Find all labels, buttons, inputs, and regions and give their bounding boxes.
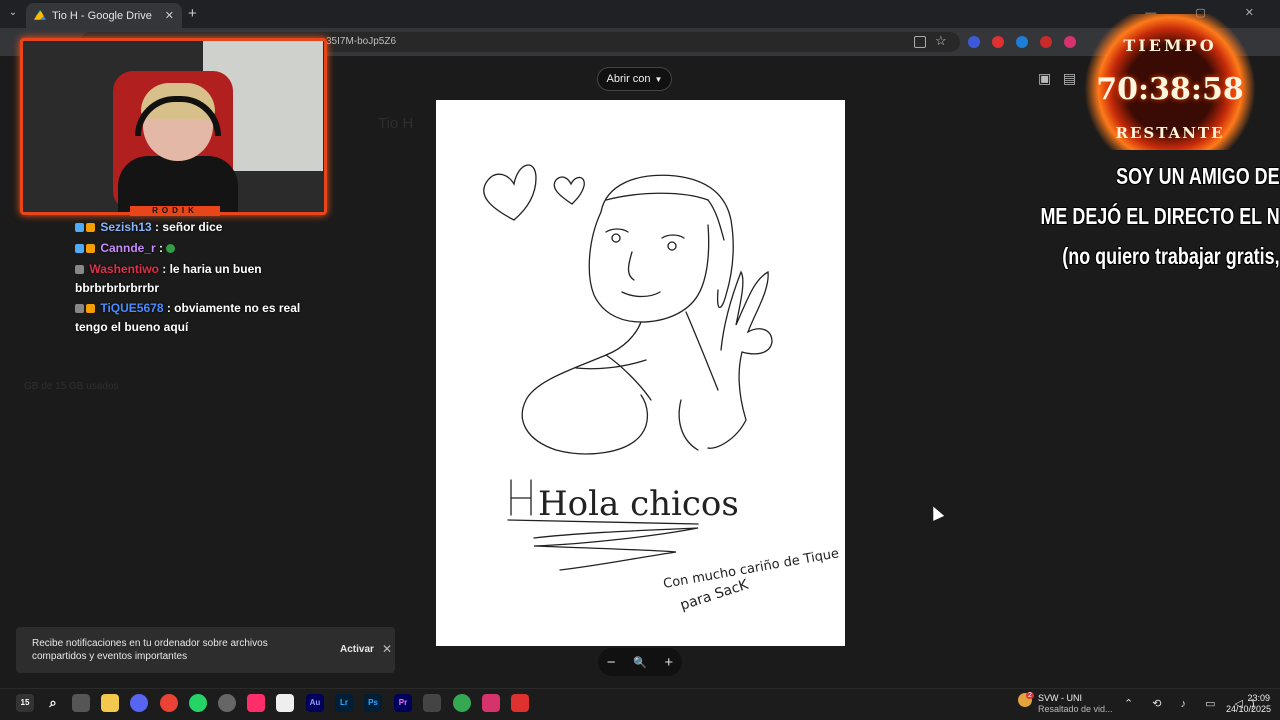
emote-icon (166, 244, 176, 254)
app-red-active-icon[interactable] (511, 694, 529, 712)
discord-icon[interactable] (130, 694, 148, 712)
close-icon[interactable]: ✕ (382, 642, 392, 656)
open-with-button[interactable]: Abrir con ▼ (597, 67, 672, 91)
task-view-icon[interactable] (72, 694, 90, 712)
zoom-controls: − 🔍 + (598, 648, 682, 676)
zoom-icon[interactable]: 🔍 (633, 656, 647, 669)
browser-tab[interactable]: Tio H - Google Drive ✕ (26, 3, 182, 28)
chat-username: Cannde_r (100, 241, 156, 255)
timer-subtitle: RESTANTE (1115, 124, 1225, 142)
premiere-icon[interactable]: Pr (394, 694, 412, 712)
overlay-text: SOY UN AMIGO DE (1116, 163, 1280, 189)
app-icon[interactable] (218, 694, 236, 712)
underline-scribble (533, 527, 699, 571)
badge-icon (75, 265, 84, 275)
clock-date[interactable]: 24/10/2025 (1226, 704, 1271, 714)
chat-text: señor dice (162, 220, 223, 234)
terminal-icon[interactable] (423, 694, 441, 712)
drawing-dedication: Con mucho cariño de Tique (662, 546, 840, 592)
tiktok-icon[interactable] (247, 694, 265, 712)
tab-title: Tio H - Google Drive (52, 9, 152, 22)
audition-icon[interactable]: Au (306, 694, 324, 712)
extension-icon[interactable] (1064, 36, 1076, 48)
chat-username: Sezish13 (100, 220, 152, 234)
new-tab-button[interactable]: + (188, 5, 197, 22)
badge-icon (75, 304, 84, 314)
lightroom-icon[interactable]: Lr (335, 694, 353, 712)
app-red-icon[interactable] (482, 694, 500, 712)
whatsapp-icon[interactable] (189, 694, 207, 712)
overlay-text: (no quiero trabajar gratis, (1062, 243, 1280, 269)
badge-icon (75, 223, 84, 233)
install-app-icon[interactable] (914, 36, 926, 48)
drawing-greeting: Hola chicos (538, 484, 739, 524)
file-explorer-icon[interactable] (101, 694, 119, 712)
chat-message: Sezish13 : señor dice (75, 218, 315, 237)
crown-badge-icon (86, 223, 95, 233)
widget-subtitle: Resaltado de vid... (1038, 704, 1113, 714)
badge-icon (75, 244, 84, 254)
activate-button[interactable]: Activar (340, 644, 374, 655)
extension-icon[interactable] (992, 36, 1004, 48)
chat-message: TiQUE5678 : obviamente no es real tengo … (75, 301, 301, 334)
sketch-drawing: Hola chicos Con mucho cariño de Tique pa… (483, 164, 840, 614)
hair-outline (600, 174, 734, 309)
widget-title[interactable]: SVW - UNI (1038, 693, 1082, 703)
google-drive-icon (34, 9, 46, 20)
chat-username: TiQUE5678 (100, 301, 164, 315)
extension-icon[interactable] (1016, 36, 1028, 48)
zoom-out-button[interactable]: − (607, 654, 616, 671)
capcut-icon[interactable] (276, 694, 294, 712)
webcam-name-label: RODIK (130, 206, 220, 216)
extension-icon[interactable] (1040, 36, 1052, 48)
tab-close-icon[interactable]: ✕ (165, 9, 174, 22)
notification-message: Recibe notificaciones en tu ordenador so… (32, 638, 268, 662)
bookmark-star-icon[interactable]: ☆ (935, 33, 947, 49)
zoom-in-button[interactable]: + (664, 654, 673, 671)
tab-list-chevron-icon[interactable]: ⌄ (6, 6, 20, 20)
notification-toast: Recibe notificaciones en tu ordenador so… (16, 627, 395, 673)
heart-doodle (553, 176, 585, 205)
notification-badge: 2 (1026, 692, 1034, 699)
viewer-actions[interactable]: ▣ ▤ (1038, 70, 1076, 87)
chrome-active-icon[interactable] (453, 694, 471, 712)
chat-username: Washentiwo (89, 262, 159, 276)
timer-title: TIEMPO (1123, 36, 1217, 55)
webcam-feed (20, 38, 327, 215)
chat-message: Cannde_r : (75, 239, 315, 258)
photoshop-icon[interactable]: Ps (364, 694, 382, 712)
heart-doodle (483, 164, 537, 221)
crown-badge-icon (86, 304, 95, 314)
search-icon[interactable]: ⌕ (44, 694, 62, 712)
timer-value: 70:38:58 (1096, 72, 1244, 107)
extension-icon[interactable] (968, 36, 980, 48)
crown-badge-icon (86, 244, 95, 254)
overlay-text: ME DEJÓ EL DIRECTO EL N (1040, 203, 1280, 229)
face-outline (588, 211, 710, 323)
chrome-icon[interactable] (160, 694, 178, 712)
clock-time[interactable]: 23:09 (1226, 693, 1270, 703)
chat-message: Washentiwo : le haria un buen bbrbrbrbrb… (75, 262, 262, 295)
caret-down-icon: ▼ (654, 75, 663, 84)
document-page: Hola chicos Con mucho cariño de Tique pa… (436, 100, 845, 646)
open-with-label: Abrir con (606, 73, 651, 85)
start-icon[interactable]: 15 (16, 694, 34, 712)
